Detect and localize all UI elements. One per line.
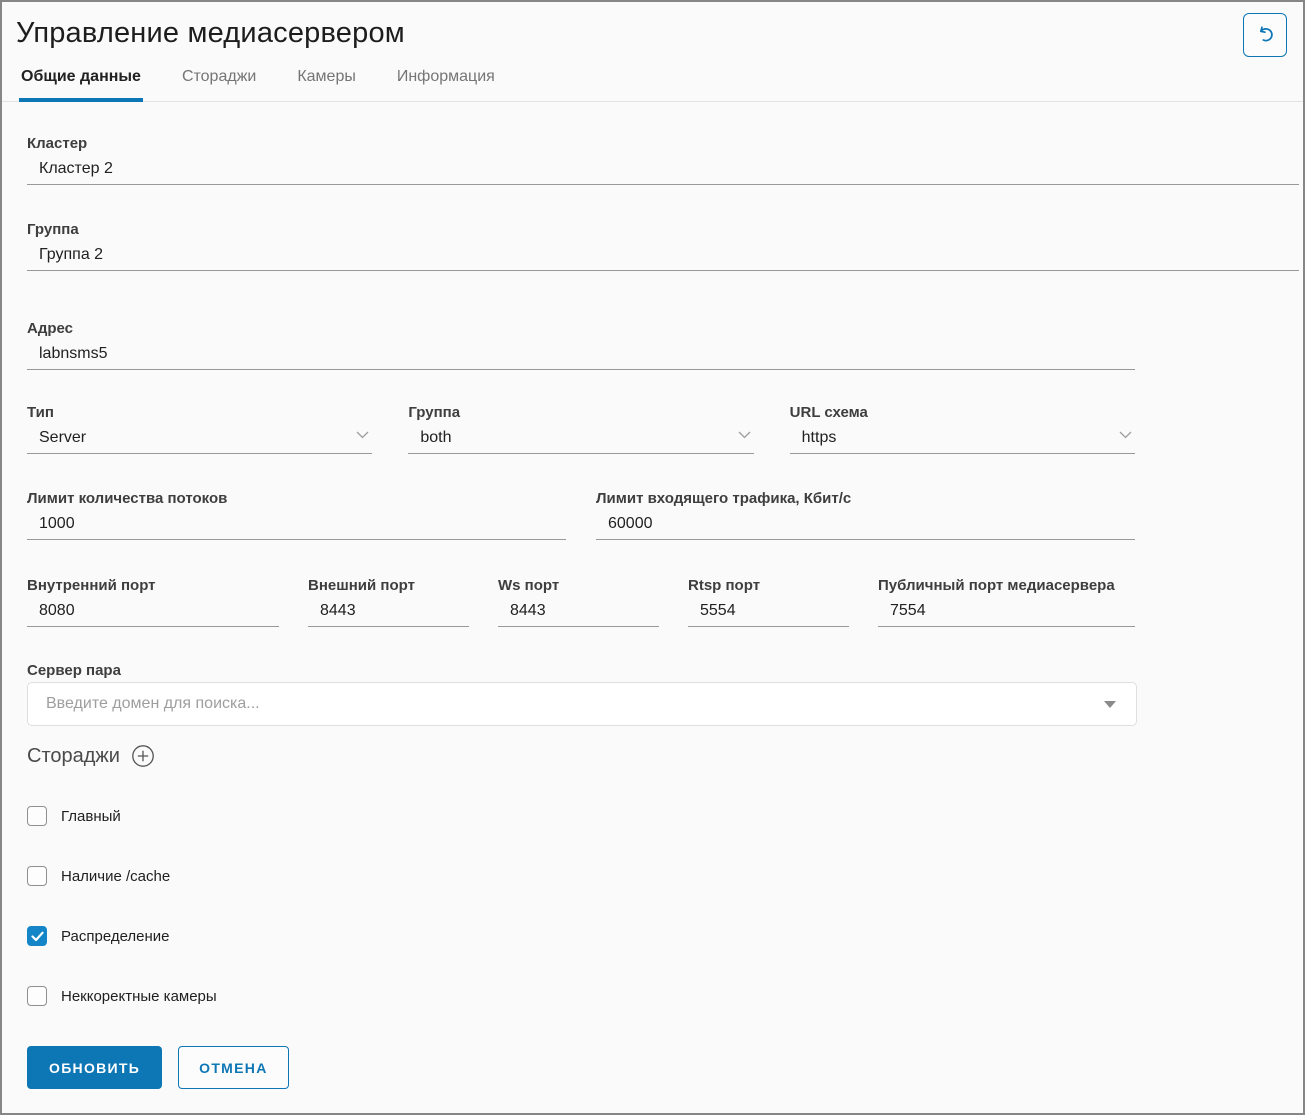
checkbox-box[interactable] — [27, 926, 47, 946]
ws-port-label: Ws порт — [498, 577, 659, 594]
url-scheme-select[interactable]: https — [790, 421, 1135, 454]
cancel-button[interactable]: ОТМЕНА — [178, 1046, 288, 1089]
page-title: Управление медиасервером — [16, 17, 1303, 50]
rtsp-port-field: Rtsp порт — [688, 577, 849, 627]
address-label: Адрес — [27, 320, 1135, 337]
storages-section-header: Стораджи — [27, 743, 1303, 769]
tab-info[interactable]: Информация — [395, 68, 497, 102]
checkbox-label: Наличие /cache — [61, 868, 170, 885]
tab-storages-label: Стораджи — [182, 68, 256, 85]
page-header: Управление медиасервером — [2, 2, 1303, 50]
address-field: Адрес — [27, 320, 1135, 370]
tab-bar: Общие данные Стораджи Камеры Информация — [2, 68, 1303, 102]
traffic-limit-field: Лимит входящего трафика, Кбит/с — [596, 490, 1135, 540]
checkbox-box[interactable] — [27, 866, 47, 886]
group-select-label: Группа — [408, 404, 753, 421]
internal-port-label: Внутренний порт — [27, 577, 279, 594]
checkbox-raspredelenie[interactable]: Распределение — [27, 926, 1303, 946]
external-port-field: Внешний порт — [308, 577, 469, 627]
public-port-label: Публичный порт медиасервера — [878, 577, 1135, 594]
type-select[interactable]: Server — [27, 421, 372, 454]
type-select-value: Server — [39, 429, 86, 446]
address-input[interactable] — [27, 337, 1135, 370]
storages-checkbox-list: Главный Наличие /cache Распределение Нек… — [27, 806, 1303, 1006]
traffic-limit-label: Лимит входящего трафика, Кбит/с — [596, 490, 1135, 507]
public-port-input[interactable] — [878, 594, 1135, 627]
checkbox-nekkorektnye-kamery[interactable]: Неккоректные камеры — [27, 986, 1303, 1006]
server-pair-field: Сервер пара — [27, 662, 1303, 726]
checkbox-box[interactable] — [27, 806, 47, 826]
server-pair-label: Сервер пара — [27, 662, 1303, 679]
public-port-field: Публичный порт медиасервера — [878, 577, 1135, 627]
checkbox-box[interactable] — [27, 986, 47, 1006]
group-select-field: Группа both — [408, 404, 753, 454]
storages-heading: Стораджи — [27, 745, 120, 768]
external-port-input[interactable] — [308, 594, 469, 627]
url-scheme-label: URL схема — [790, 404, 1135, 421]
url-scheme-field: URL схема https — [790, 404, 1135, 454]
checkbox-label: Распределение — [61, 928, 170, 945]
checkbox-label: Неккоректные камеры — [61, 988, 217, 1005]
chevron-down-icon — [738, 425, 751, 444]
tab-cameras-label: Камеры — [297, 68, 356, 85]
checkbox-nalichie-cache[interactable]: Наличие /cache — [27, 866, 1303, 886]
chevron-down-icon — [1119, 425, 1132, 444]
select-row: Тип Server Группа both URL схема https — [27, 404, 1135, 454]
stream-limit-input[interactable] — [27, 507, 566, 540]
stream-limit-field: Лимит количества потоков — [27, 490, 566, 540]
group-field: Группа — [27, 221, 1299, 271]
type-label: Тип — [27, 404, 372, 421]
cluster-field: Кластер — [27, 135, 1299, 185]
general-form: Кластер Группа Адрес Тип Server Группа b… — [2, 102, 1303, 1089]
external-port-label: Внешний порт — [308, 577, 469, 594]
add-storage-button[interactable] — [131, 744, 155, 768]
update-button[interactable]: ОБНОВИТЬ — [27, 1046, 162, 1089]
tab-info-label: Информация — [397, 68, 495, 85]
type-field: Тип Server — [27, 404, 372, 454]
tab-storages[interactable]: Стораджи — [180, 68, 258, 102]
limits-row: Лимит количества потоков Лимит входящего… — [27, 490, 1135, 540]
ws-port-field: Ws порт — [498, 577, 659, 627]
form-actions: ОБНОВИТЬ ОТМЕНА — [27, 1046, 1303, 1089]
cluster-input[interactable] — [27, 152, 1299, 185]
traffic-limit-input[interactable] — [596, 507, 1135, 540]
rtsp-port-input[interactable] — [688, 594, 849, 627]
plus-circle-icon — [131, 744, 155, 768]
cluster-label: Кластер — [27, 135, 1299, 152]
chevron-down-icon — [356, 425, 369, 444]
tab-cameras[interactable]: Камеры — [295, 68, 358, 102]
server-pair-combobox[interactable] — [27, 682, 1137, 726]
url-scheme-value: https — [802, 429, 837, 446]
undo-arrow-icon — [1252, 22, 1278, 48]
ports-row: Внутренний порт Внешний порт Ws порт Rts… — [27, 577, 1135, 627]
group-input[interactable] — [27, 238, 1299, 271]
ws-port-input[interactable] — [498, 594, 659, 627]
checkmark-icon — [31, 931, 44, 942]
checkbox-glavny[interactable]: Главный — [27, 806, 1303, 826]
group-label: Группа — [27, 221, 1299, 238]
rtsp-port-label: Rtsp порт — [688, 577, 849, 594]
checkbox-label: Главный — [61, 808, 121, 825]
back-button[interactable] — [1243, 13, 1287, 57]
internal-port-field: Внутренний порт — [27, 577, 279, 627]
stream-limit-label: Лимит количества потоков — [27, 490, 566, 507]
dropdown-triangle-icon[interactable] — [1104, 701, 1116, 708]
group-select-value: both — [420, 429, 451, 446]
tab-general[interactable]: Общие данные — [19, 68, 143, 102]
tab-general-label: Общие данные — [21, 68, 141, 85]
server-pair-search-input[interactable] — [44, 694, 1104, 714]
group-select[interactable]: both — [408, 421, 753, 454]
internal-port-input[interactable] — [27, 594, 279, 627]
